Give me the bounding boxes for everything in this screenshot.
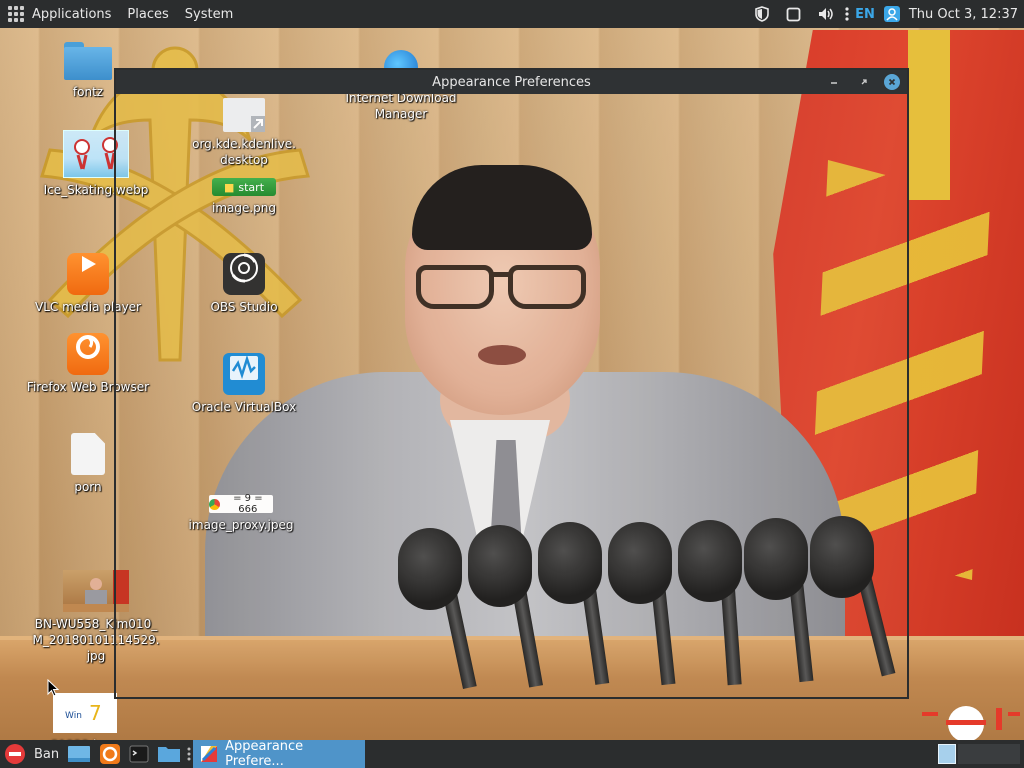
desktop-icon	[68, 746, 91, 762]
window-title: Appearance Preferences	[432, 74, 591, 90]
minimize-button[interactable]	[826, 74, 842, 90]
places-menu-label: Places	[127, 6, 169, 22]
applications-menu-label: Applications	[32, 6, 112, 22]
firefox-icon	[100, 744, 121, 764]
folder-icon	[158, 747, 181, 762]
system-menu[interactable]: System	[177, 0, 241, 28]
keyboard-layout-indicator[interactable]: EN	[851, 7, 879, 22]
shield-icon[interactable]	[746, 0, 778, 28]
terminal-launcher[interactable]	[125, 740, 153, 768]
window-square-icon[interactable]	[778, 0, 809, 28]
workspace-switcher[interactable]	[938, 744, 956, 764]
bottom-panel: Ban Appearance Prefere...	[0, 739, 1024, 768]
flag-pole-graphic	[908, 30, 950, 200]
handle-dots-icon	[187, 747, 191, 761]
ban-launcher[interactable]: Ban	[0, 740, 63, 768]
network-user-icon[interactable]	[879, 0, 905, 28]
places-menu[interactable]: Places	[119, 0, 176, 28]
system-menu-label: System	[184, 6, 234, 22]
close-icon	[888, 78, 896, 86]
maximize-button[interactable]	[856, 74, 872, 90]
mouse-cursor-icon	[47, 679, 59, 697]
firefox-icon	[67, 333, 109, 375]
taskbar-item-label: Appearance Prefere...	[225, 739, 304, 768]
ban-launcher-label: Ban	[34, 746, 60, 762]
applications-menu[interactable]: Applications	[0, 0, 119, 28]
files-launcher[interactable]	[153, 740, 185, 768]
stop-sign-icon	[5, 744, 25, 764]
window-titlebar[interactable]: Appearance Preferences	[116, 70, 907, 94]
system-tray: EN Thu Oct 3, 12:37	[746, 0, 1024, 28]
broadcaster-logo	[922, 706, 1020, 742]
appearance-icon	[201, 746, 218, 762]
top-panel: Applications Places System EN Thu Oct 3,…	[0, 0, 1024, 28]
document-icon	[71, 433, 105, 475]
terminal-icon	[129, 745, 149, 763]
image-thumbnail-icon: Win 7	[53, 693, 117, 733]
appearance-preferences-window[interactable]: Appearance Preferences	[114, 68, 909, 699]
show-desktop-button[interactable]	[63, 740, 95, 768]
close-button[interactable]	[884, 74, 900, 90]
workspace-2[interactable]	[958, 744, 1020, 764]
volume-icon[interactable]	[809, 0, 843, 28]
svg-text:Win: Win	[65, 711, 82, 721]
maximize-icon	[861, 79, 867, 85]
apps-grid-icon	[8, 6, 24, 22]
svg-text:7: 7	[89, 701, 102, 725]
clock[interactable]: Thu Oct 3, 12:37	[905, 7, 1024, 22]
folder-icon	[64, 42, 112, 80]
more-vertical-icon[interactable]	[843, 0, 851, 28]
vlc-icon	[67, 253, 109, 295]
firefox-launcher[interactable]	[95, 740, 125, 768]
panel-separator	[185, 740, 193, 768]
minimize-icon	[831, 82, 837, 84]
taskbar-item-appearance-preferences[interactable]: Appearance Prefere...	[193, 739, 366, 768]
